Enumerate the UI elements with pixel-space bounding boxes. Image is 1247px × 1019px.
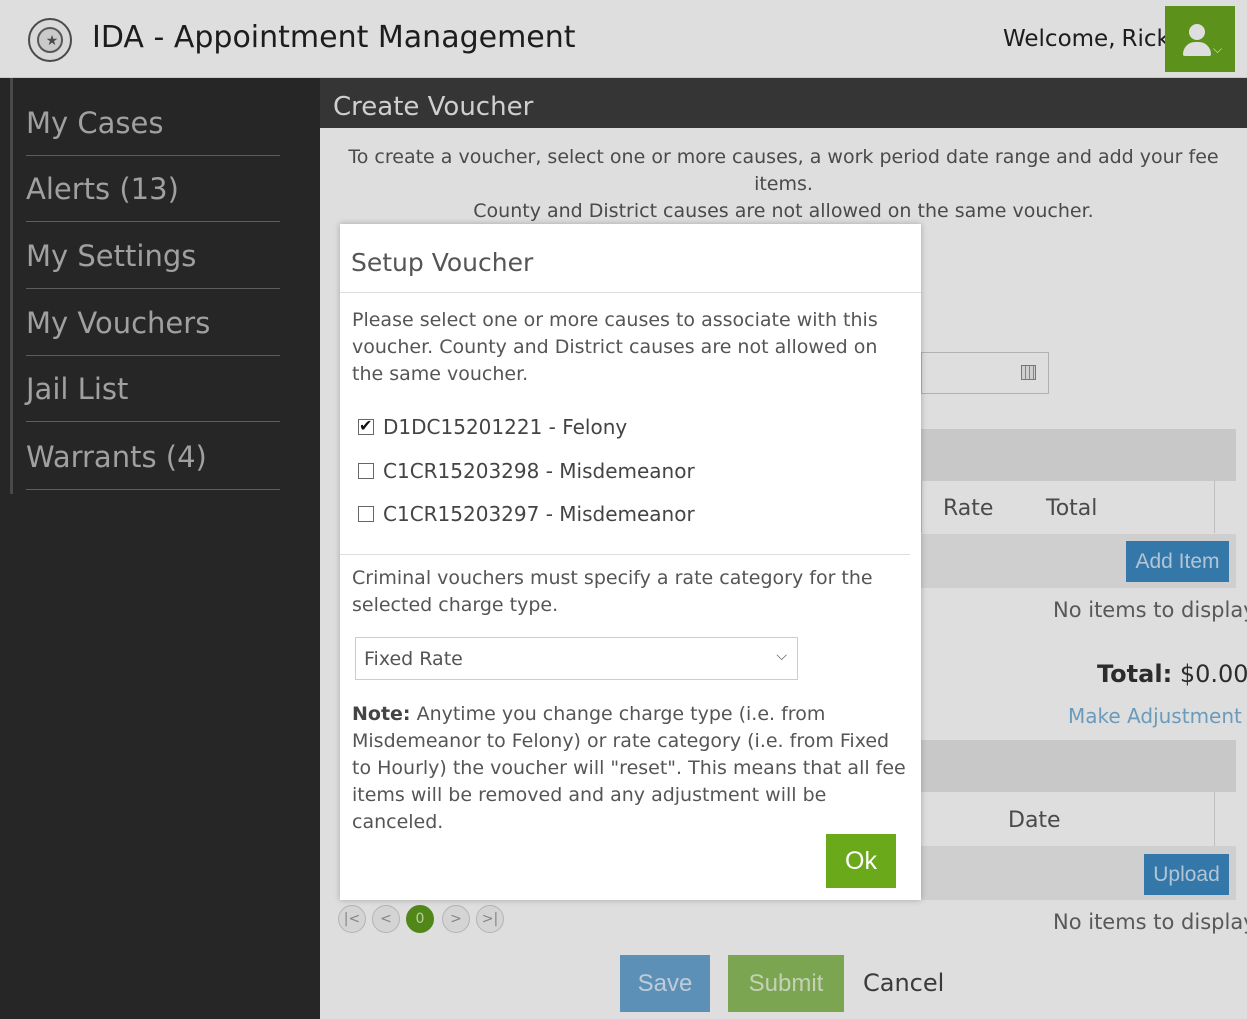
cause-label: D1DC15201221 - Felony xyxy=(383,415,628,439)
cause-checkbox[interactable] xyxy=(358,416,374,435)
setup-voucher-dialog: Setup Voucher Please select one or more … xyxy=(340,224,921,900)
cause-option[interactable]: D1DC15201221 - Felony xyxy=(358,415,627,439)
note-text: Anytime you change charge type (i.e. fro… xyxy=(352,703,906,833)
cause-label: C1CR15203297 - Misdemeanor xyxy=(383,502,695,526)
cause-option[interactable]: C1CR15203297 - Misdemeanor xyxy=(358,502,695,526)
rate-category-select[interactable]: Fixed Rate ⌵ xyxy=(355,637,798,680)
cause-option[interactable]: C1CR15203298 - Misdemeanor xyxy=(358,459,695,483)
cause-checkbox[interactable] xyxy=(358,506,374,522)
rate-category-value: Fixed Rate xyxy=(364,648,463,670)
rate-category-prompt: Criminal vouchers must specify a rate ca… xyxy=(352,567,873,616)
cause-checkbox[interactable] xyxy=(358,463,374,479)
dialog-instructions: Please select one or more causes to asso… xyxy=(352,309,878,385)
reset-warning-note: Note: Anytime you change charge type (i.… xyxy=(352,701,908,836)
divider xyxy=(340,292,921,293)
chevron-down-icon: ⌵ xyxy=(776,648,787,664)
cause-label: C1CR15203298 - Misdemeanor xyxy=(383,459,695,483)
note-label: Note: xyxy=(352,703,411,725)
dialog-title: Setup Voucher xyxy=(351,248,534,277)
ok-button[interactable]: Ok xyxy=(826,834,896,888)
divider xyxy=(340,554,910,555)
